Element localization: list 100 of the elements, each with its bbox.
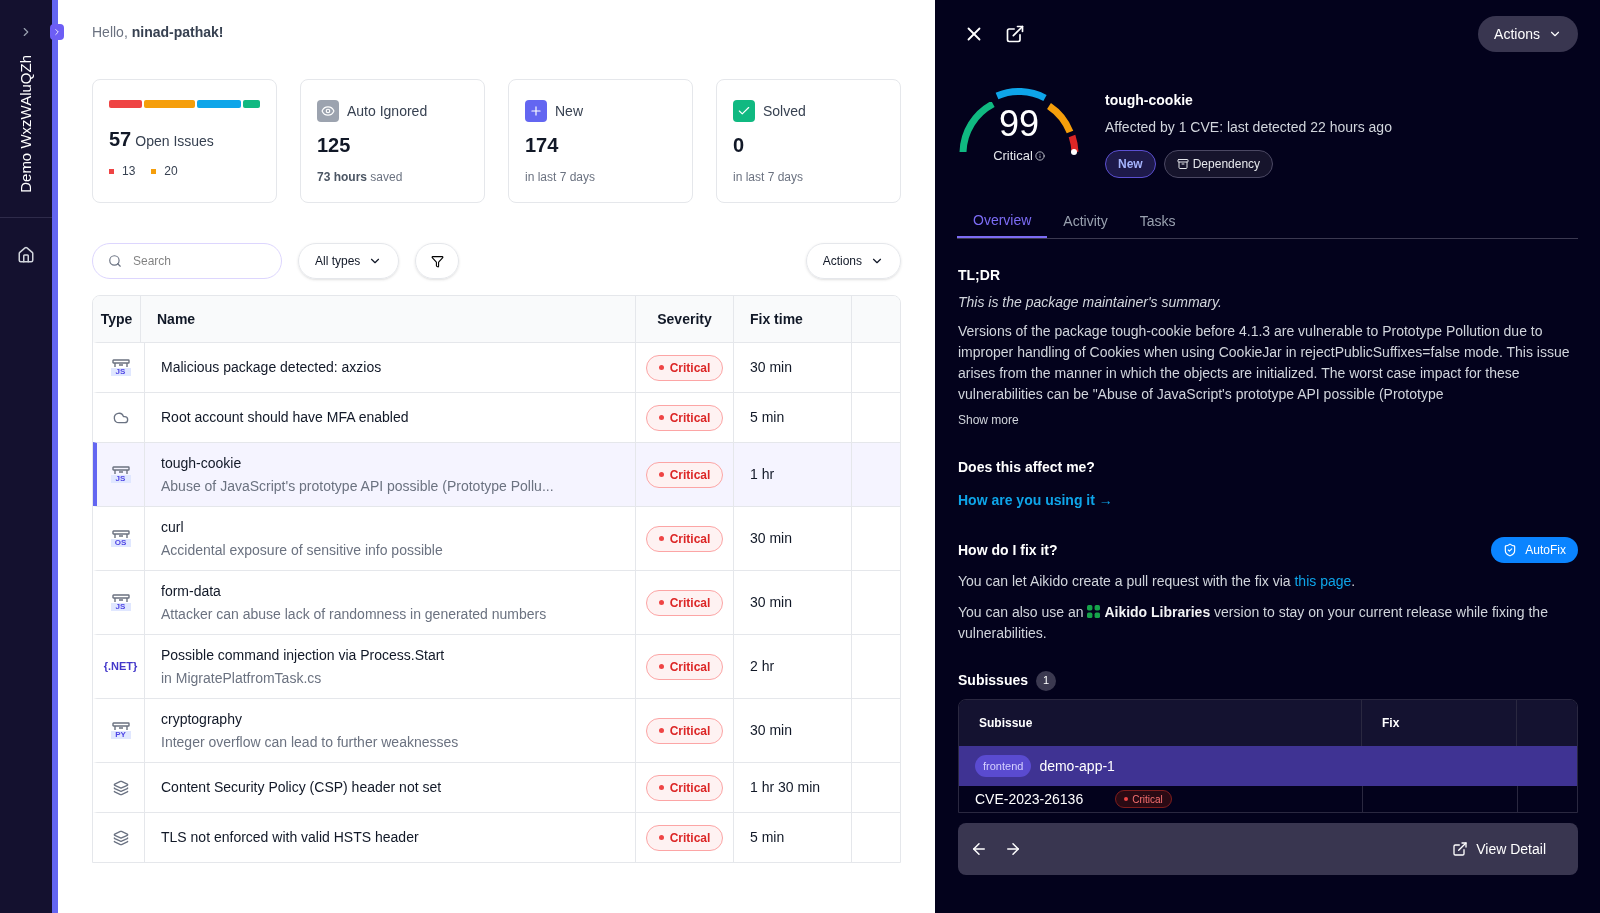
severity-badge: Critical <box>645 461 724 488</box>
table-row[interactable]: JS Malicious package detected: axzios Critical 30 min <box>93 342 900 392</box>
issue-name: Malicious package detected: axzios <box>161 358 383 377</box>
greeting: Hello, ninad-pathak! <box>92 23 225 42</box>
show-more-link[interactable]: Show more <box>958 411 1019 429</box>
table-row[interactable]: {.NET} Possible command injection via Process.Start in MigratePlatfromTask.cs Critical 2 hr <box>93 634 900 698</box>
shield-check-icon <box>1503 543 1518 557</box>
section-title: Subissues <box>958 671 1029 690</box>
summary-note: This is the package maintainer's summary. <box>958 293 1223 312</box>
stat-value: 57 <box>109 127 132 152</box>
issue-detail: Attacker can abuse lack of randomness in generated numbers <box>161 604 548 624</box>
section-title: Does this affect me? <box>958 458 1096 477</box>
legend-count: 20 <box>164 163 178 180</box>
stat-title: Auto Ignored <box>347 101 428 121</box>
libraries-description: You can also use an Aikido Libraries version to stay on your current release while fixing the vulnerabilities. <box>958 603 1549 643</box>
fix-time: 30 min <box>750 529 793 548</box>
fix-page-link[interactable]: this page <box>1294 573 1352 589</box>
layers-icon <box>112 779 129 796</box>
vulnerability-description: Versions of the package tough-cookie before 4.1.3 are vulnerable to Prototype Pollution due to improper handling of Cookies when using CookieJar in rejectPublicSuffixes=false mode. This issue arises from the manner in which the objects are initialized. The worst case impact for these vulnerabilities can be "Abuse of JavaScript's prototype API possible (Prototype <box>958 322 1571 404</box>
fix-time: 5 min <box>750 828 785 847</box>
severity-badge: Critical <box>645 525 724 552</box>
dotnet-label: {.NET} <box>103 659 138 675</box>
risk-label: Critical <box>993 147 1033 165</box>
fix-time: 30 min <box>750 721 793 740</box>
home-icon[interactable] <box>17 245 35 264</box>
subissue-name: CVE-2023-26136 <box>975 789 1084 809</box>
table-row[interactable]: TLS not enforced with valid HSTS header Critical 5 min <box>93 812 900 862</box>
issue-name: TLS not enforced with valid HSTS header <box>161 828 420 847</box>
info-icon[interactable] <box>1034 150 1045 161</box>
panel-tab[interactable]: Overview <box>957 204 1048 238</box>
severity-badge: Critical <box>645 404 724 431</box>
environment-tag: frontend <box>975 755 1032 777</box>
table-row[interactable]: Root account should have MFA enabled Critical 5 min <box>93 392 900 442</box>
dependency-tag: Dependency <box>1163 150 1274 178</box>
view-detail-button[interactable]: View Detail <box>1452 838 1546 860</box>
severity-badge: Critical <box>645 354 724 381</box>
open-external-icon <box>1452 841 1469 857</box>
issue-subtitle: Affected by 1 CVE: last detected 22 hours ago <box>1105 118 1392 137</box>
previous-icon[interactable] <box>970 840 988 858</box>
search-field[interactable]: Search <box>92 243 282 279</box>
stat-note: in last 7 days <box>733 169 805 186</box>
fix-time: 1 hr 30 min <box>750 778 821 797</box>
open-external-icon[interactable] <box>1005 24 1025 44</box>
fix-time: 2 hr <box>750 657 775 676</box>
stat-title: Solved <box>763 101 806 121</box>
stat-note: in last 7 days <box>525 169 597 186</box>
risk-score: 99 <box>998 106 1039 142</box>
eye-icon <box>317 100 339 122</box>
stat-value: 174 <box>525 133 560 158</box>
issue-detail: Integer overflow can lead to further weaknesses <box>161 732 460 752</box>
issue-detail: in MigratePlatfromTask.cs <box>161 668 323 688</box>
search-icon <box>108 254 122 268</box>
severity-badge: Critical <box>645 717 724 744</box>
issue-title: tough-cookie <box>1105 91 1194 110</box>
table-row[interactable]: JS form-data Attacker can abuse lack of randomness in generated numbers Critical 30 min <box>93 570 900 634</box>
workspace-name: Demo WxzWAluQZh <box>15 55 35 193</box>
severity-badge: Critical <box>645 774 724 801</box>
stat-note: 73 hours saved <box>317 169 404 186</box>
layers-icon <box>112 829 129 846</box>
issue-name: form-data <box>161 581 222 601</box>
count-badge: 1 <box>1036 670 1057 691</box>
usage-link[interactable]: How are you using it → <box>958 490 1113 511</box>
table-row[interactable]: OS curl Accidental exposure of sensitive info possible Critical 30 min <box>93 506 900 570</box>
issue-name: Possible command injection via Process.Start <box>161 645 446 665</box>
fix-time: 30 min <box>750 358 793 377</box>
chevron-right-icon <box>52 27 62 37</box>
issue-detail: Abuse of JavaScript's prototype API possible (Prototype Pollu... <box>161 476 555 496</box>
fix-description: You can let Aikido create a pull request with the fix via this page. <box>958 572 1357 591</box>
stat-value: 125 <box>317 133 352 158</box>
panel-tab[interactable]: Tasks <box>1123 204 1192 238</box>
issue-name: curl <box>161 517 185 537</box>
table-row[interactable]: JS tough-cookie Abuse of JavaScript's prototype API possible (Prototype Pollu... Critical 1 hr <box>93 442 900 506</box>
legend-count: 13 <box>122 163 136 180</box>
collapse-button[interactable] <box>50 24 64 40</box>
box-icon <box>1176 158 1189 170</box>
issue-name: Root account should have MFA enabled <box>161 408 410 427</box>
severity-badge: Critical <box>645 653 724 680</box>
stat-title: New <box>555 101 583 121</box>
fix-time: 30 min <box>750 593 793 612</box>
filter-icon <box>430 254 444 268</box>
severity-badge: Critical <box>645 824 724 851</box>
issue-detail: Accidental exposure of sensitive info possible <box>161 540 444 560</box>
section-title: TL;DR <box>958 266 1001 285</box>
fix-time: 5 min <box>750 408 785 427</box>
autofix-button[interactable]: AutoFix <box>1491 537 1578 563</box>
check-icon <box>733 100 755 122</box>
fix-time: 1 hr <box>750 465 775 484</box>
issue-name: tough-cookie <box>161 453 243 473</box>
severity-badge: Critical <box>1115 790 1172 808</box>
table-row[interactable]: Content Security Policy (CSP) header not set Critical 1 hr 30 min <box>93 762 900 812</box>
plus-icon <box>525 100 547 122</box>
panel-actions-dropdown[interactable]: Actions <box>1478 16 1578 52</box>
next-icon[interactable] <box>1004 840 1022 858</box>
stat-label: Open Issues <box>135 132 214 151</box>
section-title: How do I fix it? <box>958 540 1058 560</box>
issue-name: Content Security Policy (CSP) header not set <box>161 778 443 797</box>
panel-tab[interactable]: Activity <box>1047 204 1124 238</box>
severity-badge: Critical <box>645 589 724 616</box>
table-row[interactable]: PY cryptography Integer overflow can lead to further weaknesses Critical 30 min <box>93 698 900 762</box>
subissue-row[interactable]: frontend demo-app-1 <box>959 746 1577 786</box>
